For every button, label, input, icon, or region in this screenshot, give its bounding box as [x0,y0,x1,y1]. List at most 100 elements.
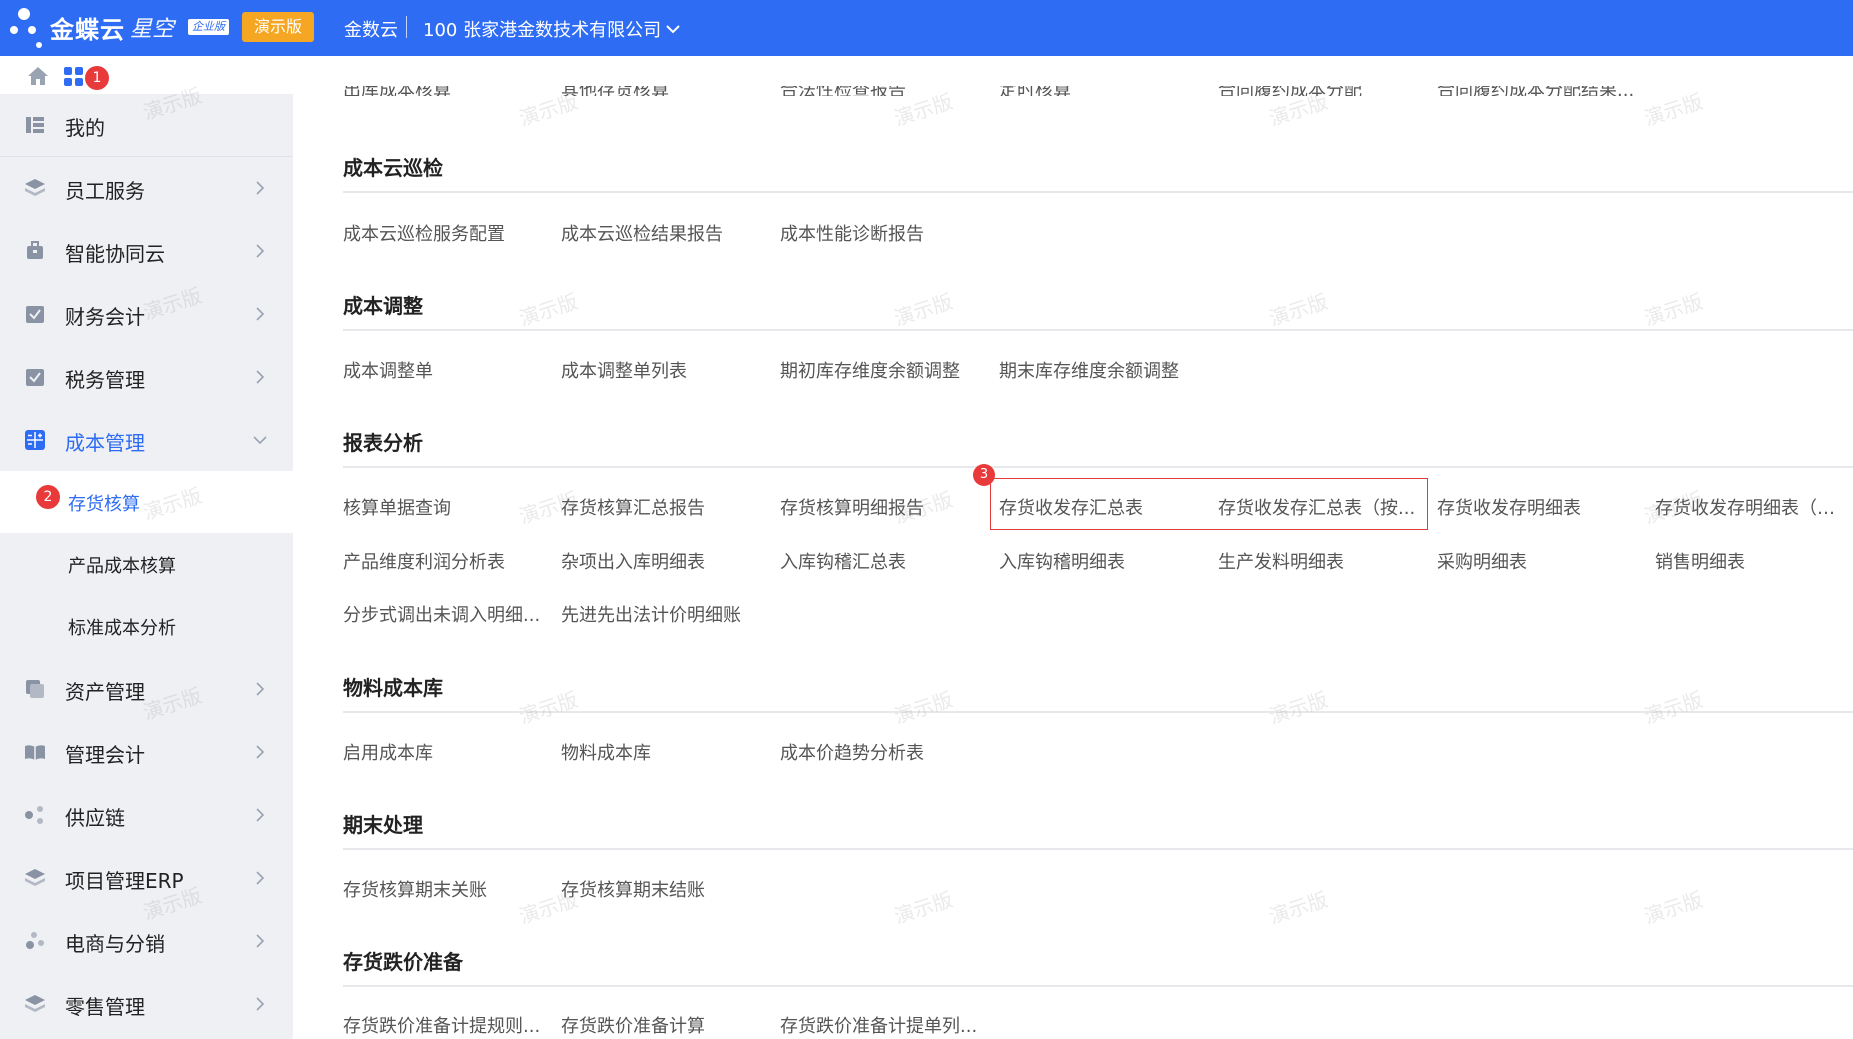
sidebar-item-management-accounting[interactable]: 管理会计 [0,721,293,783]
watermark: 演示版 [1641,289,1706,331]
sidebar-item-label: 项目管理ERP [65,869,184,893]
sidebar-item-smart-collab[interactable]: 智能协同云 [0,220,293,282]
watermark: 演示版 [1266,687,1331,729]
section-divider [343,985,1853,987]
menu-link[interactable]: 存货核算期末结账 [561,876,705,902]
menu-link[interactable]: 杂项出入库明细表 [561,548,705,574]
sidebar-item-employee-service[interactable]: 员工服务 [0,157,293,219]
menu-link[interactable]: 存货核算明细报告 [780,494,924,520]
sidebar-subitem-inventory-accounting[interactable]: 2 存货核算 [0,471,293,533]
section-title: 期末处理 [343,813,423,837]
my-icon [26,117,44,133]
kingdee-logo-icon [8,4,50,52]
menu-link[interactable]: 分步式调出未调入明细... [343,601,540,627]
sidebar-item-label: 税务管理 [65,368,145,392]
sidebar-item-project-erp[interactable]: 项目管理ERP [0,847,293,909]
sidebar-item-my[interactable]: 我的 [0,94,293,157]
sidebar-item-ecommerce[interactable]: 电商与分销 [0,910,293,972]
layers-icon [25,869,45,886]
menu-link[interactable]: 期初库存维度余额调整 [780,357,960,383]
menu-link[interactable]: 出库成本核算 [343,86,451,96]
menu-link[interactable]: 核算单据查询 [343,494,451,520]
edition-badge: 企业版 [188,19,229,35]
sidebar-item-tax[interactable]: 税务管理 [0,346,293,408]
menu-link[interactable]: 采购明细表 [1437,548,1527,574]
menu-link[interactable]: 存货跌价准备计算 [561,1012,705,1038]
home-icon[interactable] [26,65,50,87]
menu-link[interactable]: 生产发料明细表 [1218,548,1344,574]
sidebar-item-label: 智能协同云 [65,242,165,266]
chevron-right-icon [256,934,265,948]
chevron-right-icon [256,871,265,885]
menu-link[interactable]: 启用成本库 [343,739,433,765]
step-marker-1: 1 [85,66,109,90]
watermark: 演示版 [516,687,581,729]
menu-link[interactable]: 成本性能诊断报告 [780,220,924,246]
company-selector[interactable]: 100 张家港金数技术有限公司 [423,16,661,42]
watermark: 演示版 [891,289,956,331]
menu-link[interactable]: 存货核算汇总报告 [561,494,705,520]
menu-link[interactable]: 销售明细表 [1655,548,1745,574]
menu-link[interactable]: 其他存货核算 [561,86,669,96]
chevron-down-icon [253,436,267,445]
chevron-right-icon [256,370,265,384]
sidebar-item-label: 存货核算 [68,494,140,515]
menu-link[interactable]: 存货收发存明细表 [1437,494,1581,520]
sidebar-subitem-standard-cost[interactable]: 标准成本分析 [0,595,293,657]
sidebar-item-label: 供应链 [65,806,125,830]
logo-sub: 星空 [130,17,175,42]
section-title: 报表分析 [343,431,423,455]
brand-name[interactable]: 金数云 [344,16,398,42]
divider [406,16,407,38]
sidebar-item-label: 管理会计 [65,743,145,767]
watermark: 演示版 [891,887,956,929]
calculator-icon [25,430,45,450]
menu-link[interactable]: 先进先出法计价明细账 [561,601,741,627]
chevron-right-icon [256,682,265,696]
chevron-right-icon [256,997,265,1011]
sidebar-item-supply-chain[interactable]: 供应链 [0,784,293,846]
menu-link[interactable]: 成本云巡检服务配置 [343,220,505,246]
logo-text: 金蝶云 [50,16,125,44]
menu-link[interactable]: 成本价趋势分析表 [780,739,924,765]
menu-link[interactable]: 入库钩稽汇总表 [780,548,906,574]
menu-link[interactable]: 存货跌价准备计提单列... [780,1012,977,1038]
apps-grid-icon[interactable] [63,66,85,88]
layers-icon [25,995,45,1012]
sidebar-item-label: 零售管理 [65,995,145,1019]
menu-link[interactable]: 合同履约成本分配 [1218,86,1362,96]
menu-link[interactable]: 成本云巡检结果报告 [561,220,723,246]
menu-panel: 出库成本核算 其他存货核算 合法性检查报告 定时核算 合同履约成本分配 合同履约… [293,86,1853,1039]
watermark: 演示版 [1266,289,1331,331]
menu-link[interactable]: 产品维度利润分析表 [343,548,505,574]
sidebar-item-retail[interactable]: 零售管理 [0,973,293,1035]
sidebar: 我的 员工服务 智能协同云 财务会计 税务管理 成本管理 2 存货核算 产品成本… [0,94,293,1039]
chevron-down-icon[interactable] [664,20,682,38]
menu-link[interactable]: 存货跌价准备计提规则... [343,1012,540,1038]
section-title: 成本云巡检 [343,156,443,180]
menu-link[interactable]: 成本调整单 [343,357,433,383]
sidebar-item-cost-management[interactable]: 成本管理 [0,409,293,471]
menu-link[interactable]: 物料成本库 [561,739,651,765]
chevron-right-icon [256,808,265,822]
menu-link[interactable]: 定时核算 [999,86,1071,96]
watermark: 演示版 [891,687,956,729]
menu-link[interactable]: 入库钩稽明细表 [999,548,1125,574]
sidebar-subitem-product-cost[interactable]: 产品成本核算 [0,533,293,595]
section-divider [343,848,1853,850]
menu-link[interactable]: 存货收发存明细表（跨... [1655,494,1850,520]
briefcase-icon [27,241,43,259]
menu-link[interactable]: 合法性检查报告 [780,86,906,96]
menu-link[interactable]: 存货核算期末关账 [343,876,487,902]
sidebar-item-label: 电商与分销 [65,932,165,956]
chevron-right-icon [256,244,265,258]
menu-link[interactable]: 期末库存维度余额调整 [999,357,1179,383]
layers-icon [25,179,45,196]
menu-link[interactable]: 合同履约成本分配结果... [1437,86,1634,96]
sidebar-item-finance[interactable]: 财务会计 [0,283,293,345]
menu-link[interactable]: 成本调整单列表 [561,357,687,383]
sidebar-item-label: 成本管理 [65,431,145,455]
section-title: 成本调整 [343,294,423,318]
sidebar-item-asset[interactable]: 资产管理 [0,658,293,720]
section-divider [343,329,1853,331]
